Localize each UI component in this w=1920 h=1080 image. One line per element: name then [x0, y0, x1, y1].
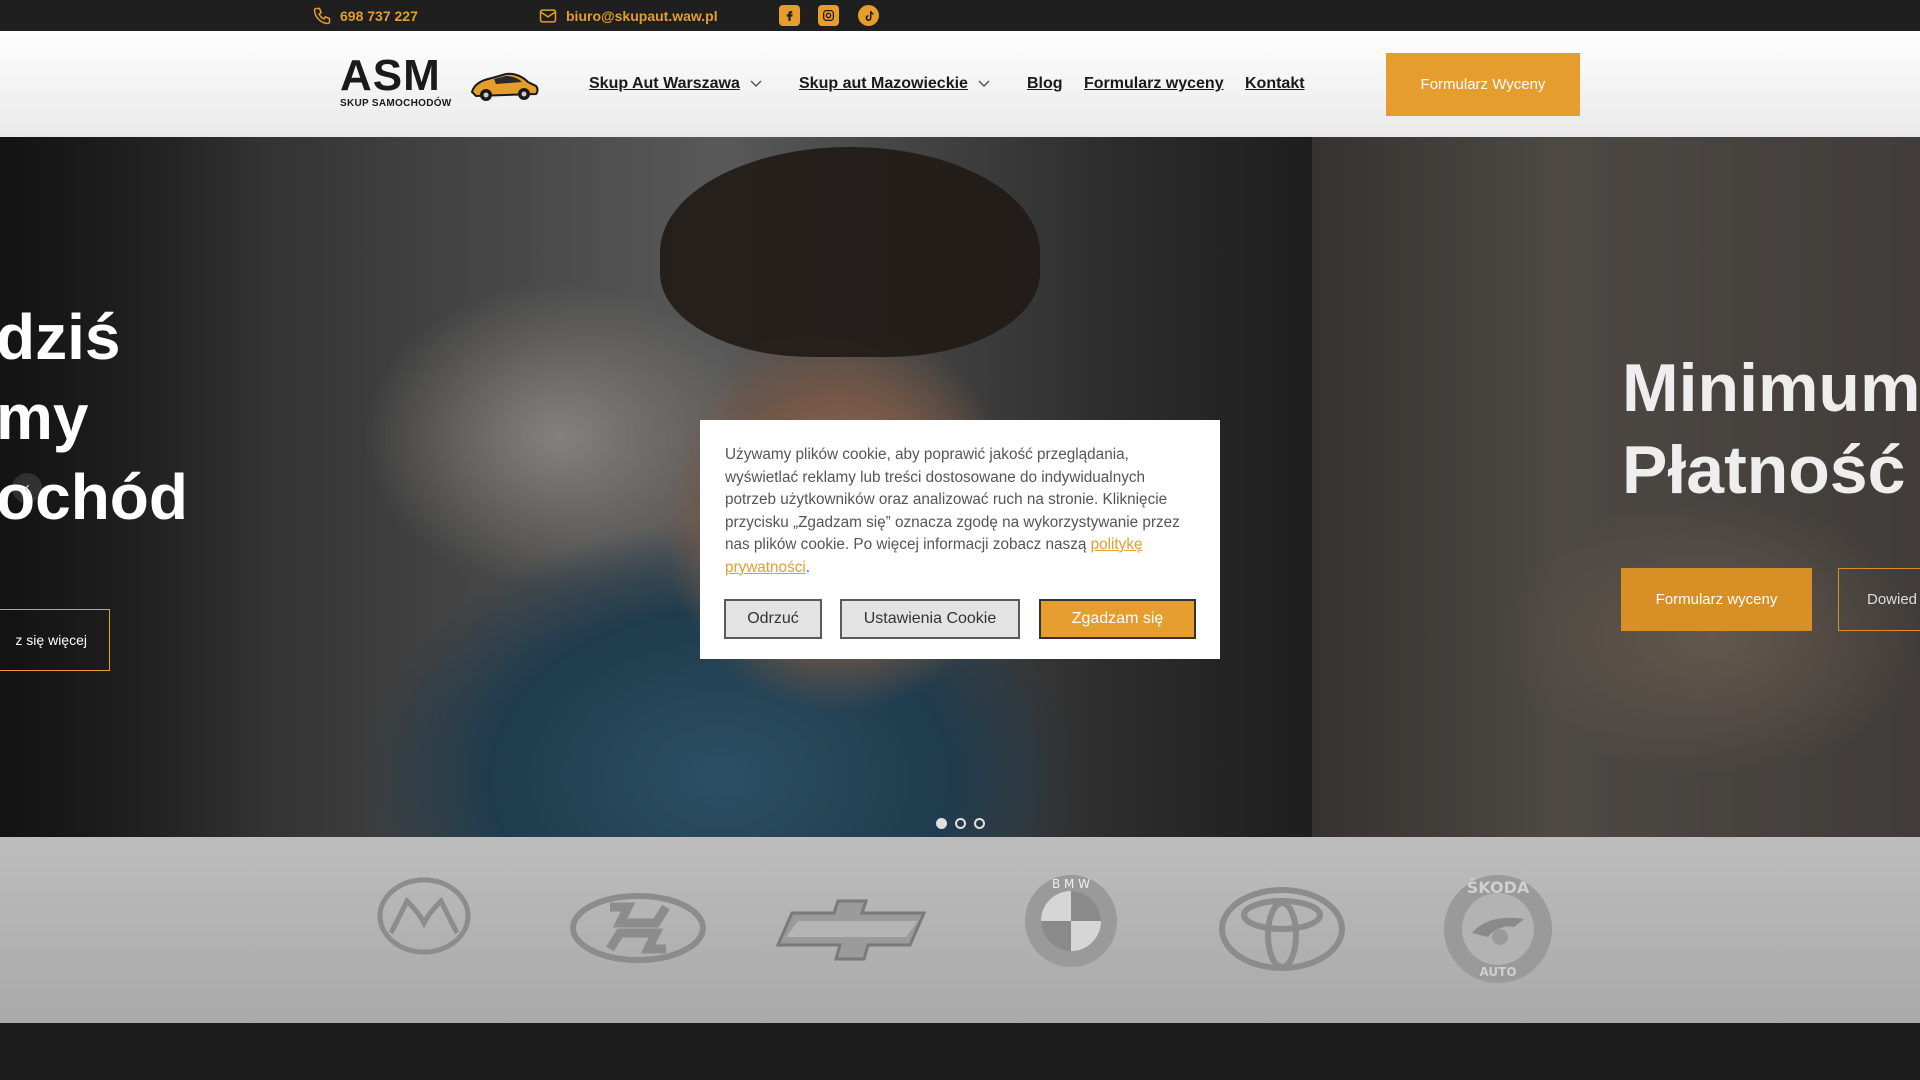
nav-link-formularz-wyceny[interactable]: Formularz wyceny — [1084, 75, 1224, 93]
facebook-icon[interactable] — [779, 5, 800, 26]
nav-link-blog[interactable]: Blog — [1027, 75, 1063, 93]
header-cta-button[interactable]: Formularz Wyceny — [1386, 53, 1580, 116]
chevron-down-icon — [978, 80, 990, 88]
slider-dot-2[interactable] — [955, 818, 966, 829]
toyota-logo — [1219, 887, 1345, 971]
top-bar: 698 737 227 biuro@skupaut.waw.pl — [0, 0, 1920, 31]
hero-heading-right: Minimum Płatność — [1622, 350, 1920, 508]
svg-text:B M W: B M W — [1052, 877, 1090, 891]
nav-item-formularz-wyceny[interactable]: Formularz wyceny — [1084, 31, 1224, 137]
mail-icon — [539, 8, 557, 23]
skoda-logo: ŠKODA AUTO — [1444, 875, 1552, 983]
phone-link[interactable]: 698 737 227 — [312, 0, 418, 31]
phone-icon — [313, 7, 331, 24]
nav-item-kontakt[interactable]: Kontakt — [1245, 31, 1305, 137]
email-address: biuro@skupaut.waw.pl — [566, 7, 718, 24]
learn-more-button[interactable]: z się więcej — [0, 609, 110, 671]
instagram-icon[interactable] — [818, 5, 839, 26]
brand-logos-strip: B M W ŠKODA AUTO — [0, 837, 1920, 1023]
tiktok-icon[interactable] — [858, 5, 879, 26]
nav-item-blog[interactable]: Blog — [1027, 31, 1063, 137]
site-logo[interactable]: ASM SKUP SAMOCHODÓW — [338, 54, 543, 116]
slider-dots — [936, 818, 985, 829]
chevrolet-logo — [775, 899, 927, 961]
hyundai-logo — [570, 893, 706, 963]
reject-cookies-button[interactable]: Odrzuć — [724, 599, 822, 639]
nav-item-skup-aut-mazowieckie[interactable]: Skup aut Mazowieckie — [799, 31, 990, 137]
svg-text:AUTO: AUTO — [1479, 965, 1516, 979]
bmw-logo: B M W — [1025, 875, 1117, 967]
chevron-down-icon — [750, 80, 762, 88]
svg-text:ŠKODA: ŠKODA — [1467, 878, 1530, 897]
accept-cookies-button[interactable]: Zgadzam się — [1039, 599, 1196, 639]
nav-label: Skup aut Mazowieckie — [799, 75, 968, 92]
car-icon — [470, 72, 539, 101]
mazda-logo — [377, 877, 471, 955]
logo-subtext: SKUP SAMOCHODÓW — [340, 98, 452, 109]
footer — [0, 1023, 1920, 1080]
nav-item-skup-aut-warszawa[interactable]: Skup Aut Warszawa — [589, 31, 762, 137]
slider-dot-1[interactable] — [936, 818, 947, 829]
valuation-form-button[interactable]: Formularz wyceny — [1621, 568, 1812, 631]
cookie-message: Używamy plików cookie, aby poprawić jako… — [725, 446, 1180, 576]
cookie-settings-button[interactable]: Ustawienia Cookie — [840, 599, 1020, 639]
chevron-left-icon[interactable]: ‹ — [12, 473, 42, 503]
email-link[interactable]: biuro@skupaut.waw.pl — [538, 0, 718, 31]
nav-link-kontakt[interactable]: Kontakt — [1245, 75, 1305, 93]
logo-text: ASM — [340, 51, 441, 100]
phone-number: 698 737 227 — [340, 7, 418, 24]
nav-label: Skup Aut Warszawa — [589, 75, 740, 92]
cookie-consent-modal: Używamy plików cookie, aby poprawić jako… — [700, 420, 1220, 659]
slider-dot-3[interactable] — [974, 818, 985, 829]
learn-more-button-secondary[interactable]: Dowied — [1838, 568, 1920, 631]
